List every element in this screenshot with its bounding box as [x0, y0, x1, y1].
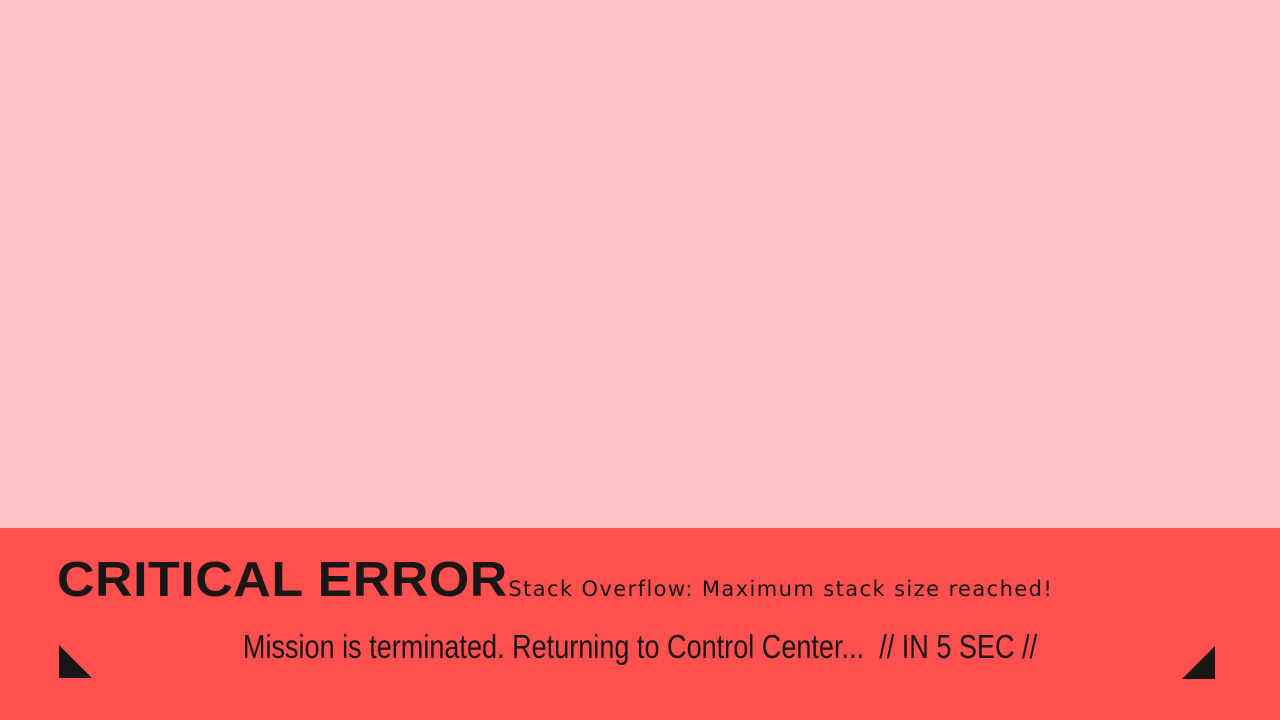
countdown-text: // IN 5 SEC // [879, 628, 1038, 665]
game-viewport [0, 0, 1280, 528]
left-corner-triangle-icon [59, 645, 92, 678]
error-title: CRITICAL ERROR [57, 553, 508, 607]
termination-message: Mission is terminated. Returning to Cont… [242, 628, 865, 665]
right-corner-triangle-icon [1182, 646, 1215, 679]
termination-message-row: Mission is terminated. Returning to Cont… [115, 628, 1165, 665]
error-detail: Stack Overflow: Maximum stack size reach… [508, 577, 1054, 601]
error-headline: CRITICAL ERROR Stack Overflow: Maximum s… [57, 556, 1053, 605]
